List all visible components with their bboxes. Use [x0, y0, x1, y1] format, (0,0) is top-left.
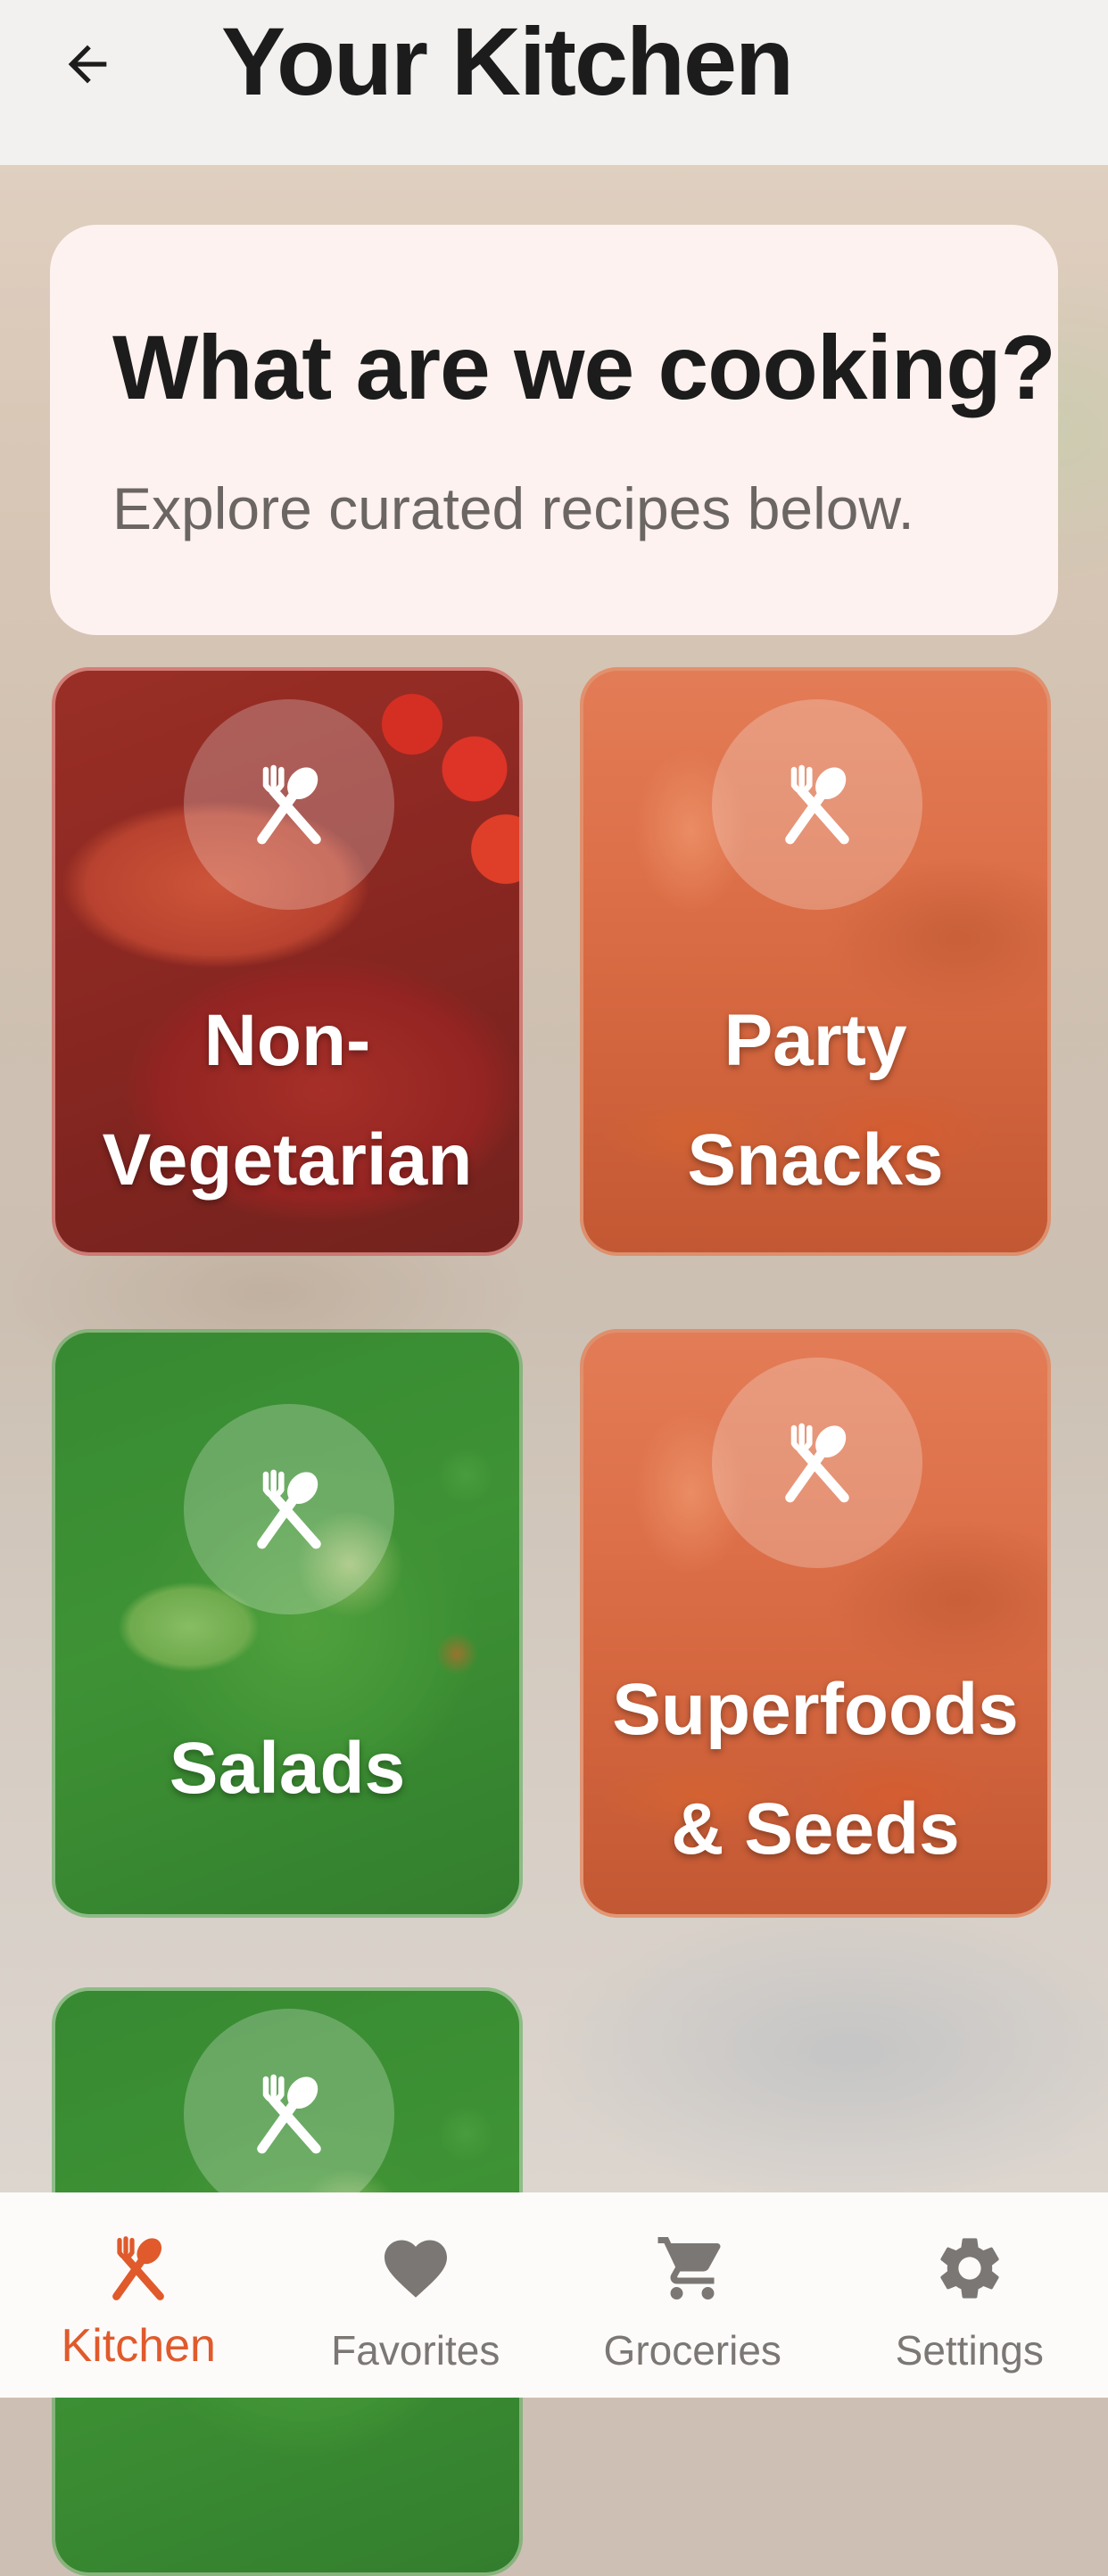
hero-subtitle: Explore curated recipes below. [112, 473, 914, 544]
cart-icon [655, 2231, 730, 2306]
category-label: Superfoods & Seeds [583, 1650, 1047, 1889]
category-icon-badge [184, 699, 394, 910]
hero-card: What are we cooking? Explore curated rec… [50, 225, 1058, 635]
category-icon-badge [712, 1358, 922, 1568]
heart-icon [378, 2231, 453, 2306]
nav-label: Kitchen [0, 2319, 277, 2373]
category-icon-badge [184, 2009, 394, 2219]
back-button[interactable] [52, 29, 123, 100]
nav-label: Settings [831, 2326, 1108, 2374]
category-tile-party-snacks[interactable]: Party Snacks [580, 667, 1051, 1256]
nav-label: Favorites [277, 2326, 555, 2374]
nav-label: Groceries [554, 2326, 831, 2374]
nav-icon [376, 2228, 456, 2308]
category-tile-salads[interactable]: Salads [52, 1329, 523, 1918]
fork-spoon-icon [771, 1416, 864, 1509]
nav-item-kitchen[interactable]: Kitchen [0, 2192, 277, 2398]
fork-spoon-icon [243, 2068, 335, 2160]
category-label: Non- Vegetarian [55, 981, 519, 1220]
nav-item-settings[interactable]: Settings [831, 2192, 1108, 2398]
category-tile-superfoods-seeds[interactable]: Superfoods & Seeds [580, 1329, 1051, 1918]
fork-spoon-icon [771, 758, 864, 851]
bottom-navigation: Kitchen Favorites Groceries Settings [0, 2192, 1108, 2398]
category-tile-non-vegetarian[interactable]: Non- Vegetarian [52, 667, 523, 1256]
page-title: Your Kitchen [221, 4, 792, 120]
fork-spoon-icon [243, 1463, 335, 1556]
nav-item-favorites[interactable]: Favorites [277, 2192, 555, 2398]
gear-icon [932, 2231, 1007, 2306]
top-app-bar: Your Kitchen [0, 0, 1108, 165]
category-label: Salads [55, 1709, 519, 1829]
category-icon-badge [712, 699, 922, 910]
arrow-back-icon [59, 36, 116, 93]
category-icon-badge [184, 1404, 394, 1614]
category-label: Party Snacks [583, 981, 1047, 1220]
nav-icon [652, 2228, 732, 2308]
fork-spoon-icon [243, 758, 335, 851]
hero-title: What are we cooking? [112, 314, 1055, 421]
nav-icon [98, 2228, 178, 2308]
nav-icon [930, 2228, 1010, 2308]
nav-item-groceries[interactable]: Groceries [554, 2192, 831, 2398]
fork-spoon-icon [101, 2231, 176, 2306]
